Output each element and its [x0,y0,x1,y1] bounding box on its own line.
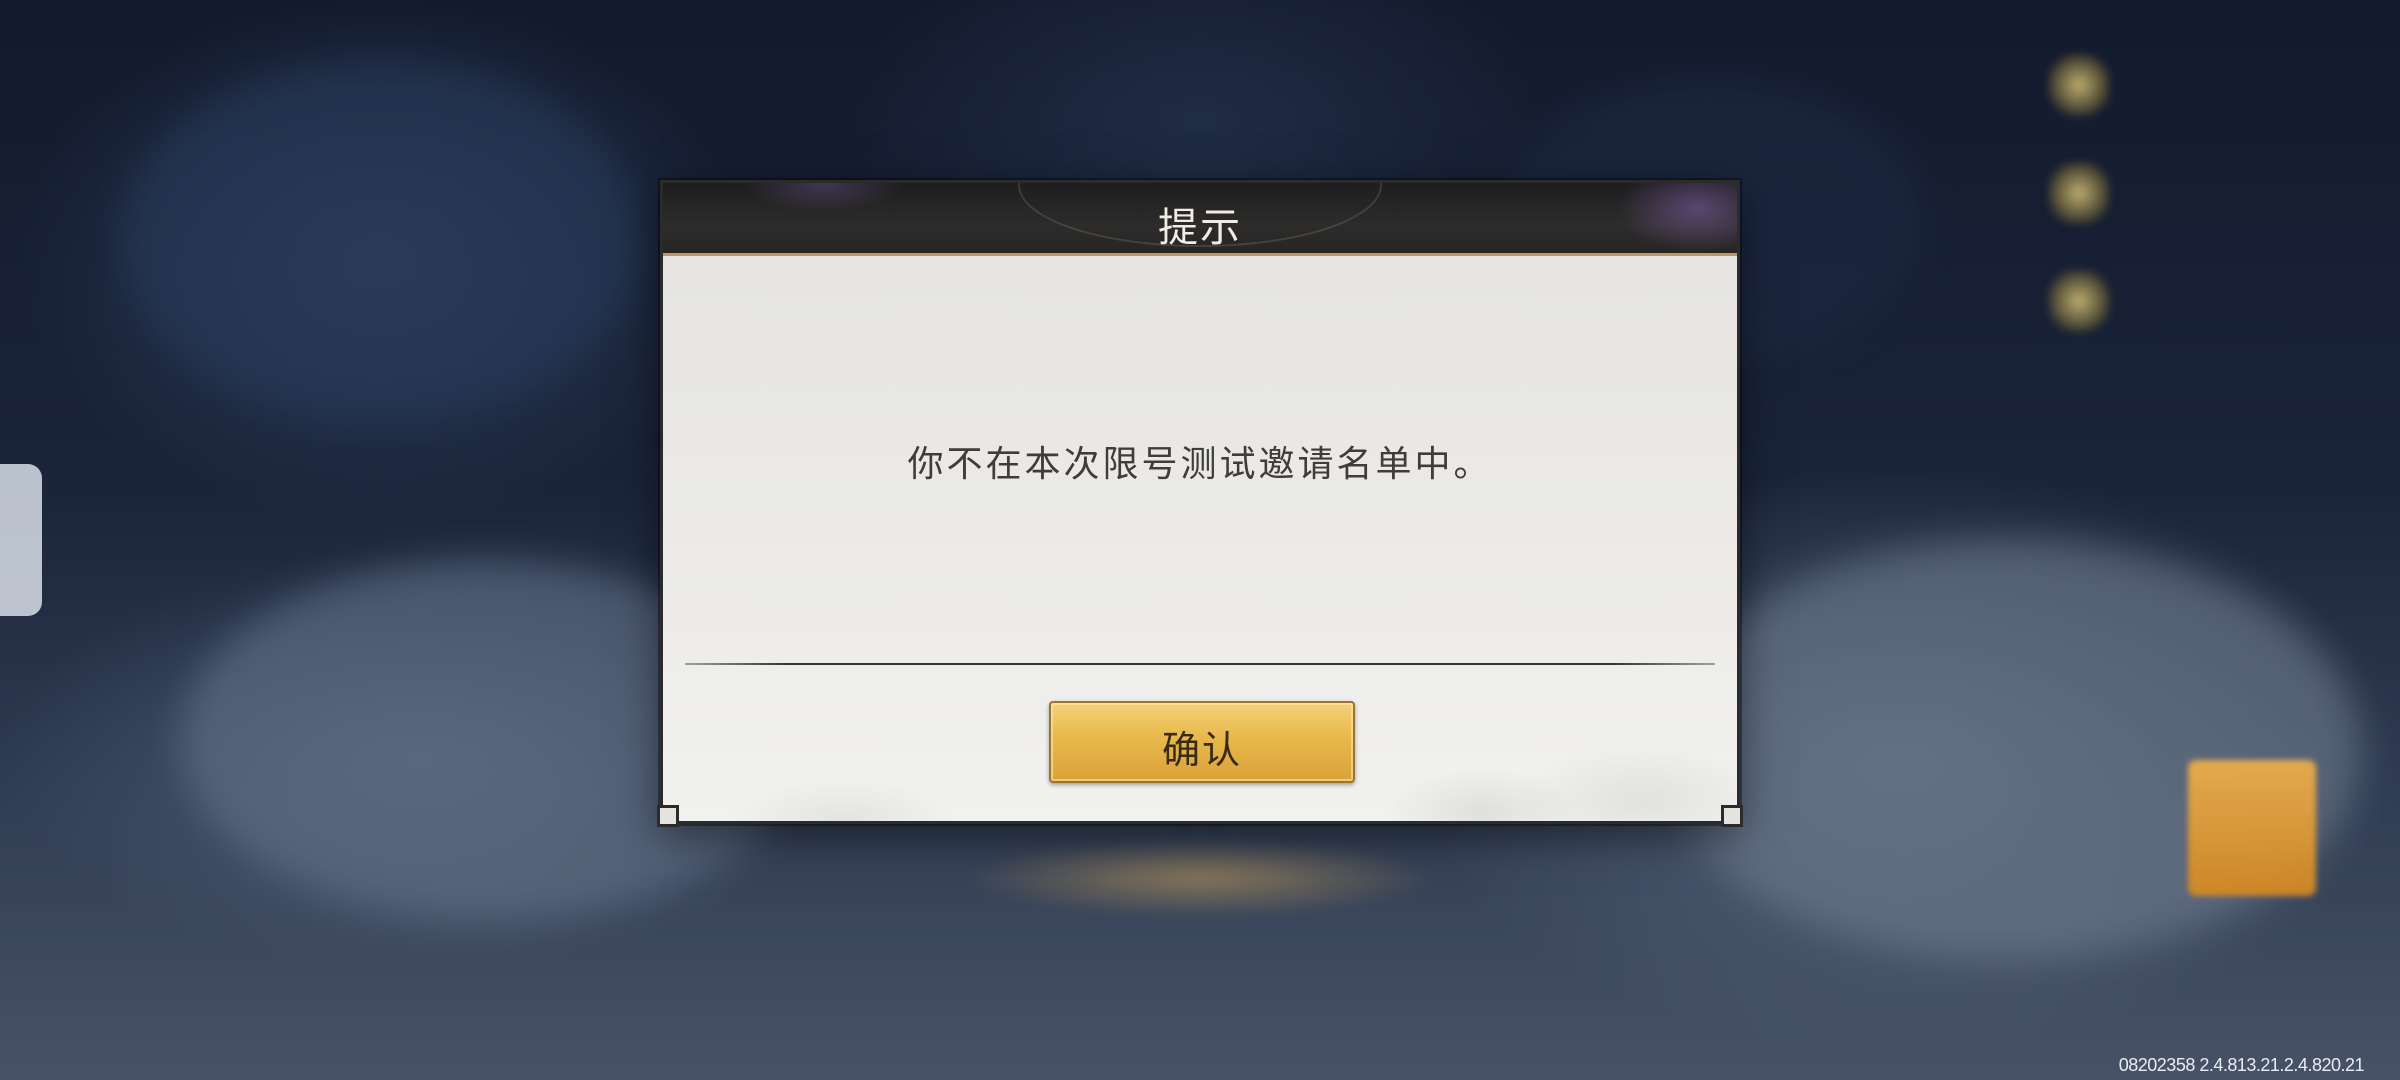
dialog-message: 你不在本次限号测试邀请名单中。 [907,444,1493,485]
dialog-title: 提示 [1158,205,1242,251]
menu-icon[interactable] [2048,162,2110,224]
menu-icon[interactable] [2048,54,2110,116]
start-game-banner [960,838,1440,918]
version-label: 08202358 2.4.813.21.2.4.820.21 [2118,1055,2365,1075]
menu-icon[interactable] [2048,270,2110,332]
confirm-button[interactable]: 确认 [1049,701,1355,783]
dialog-header: 提示 [663,183,1737,256]
game-screen: 08202358 2.4.813.21.2.4.820.21 提示 你不在本次限… [0,0,2400,1080]
dialog-divider [685,663,1715,665]
notice-dialog: 提示 你不在本次限号测试邀请名单中。 确认 [657,180,1743,827]
side-pull-tab[interactable] [0,464,42,616]
confirm-button-label: 确认 [1161,728,1242,772]
gift-icon[interactable] [2188,760,2316,896]
dialog-corner [657,805,679,827]
dialog-corner [1721,805,1743,827]
